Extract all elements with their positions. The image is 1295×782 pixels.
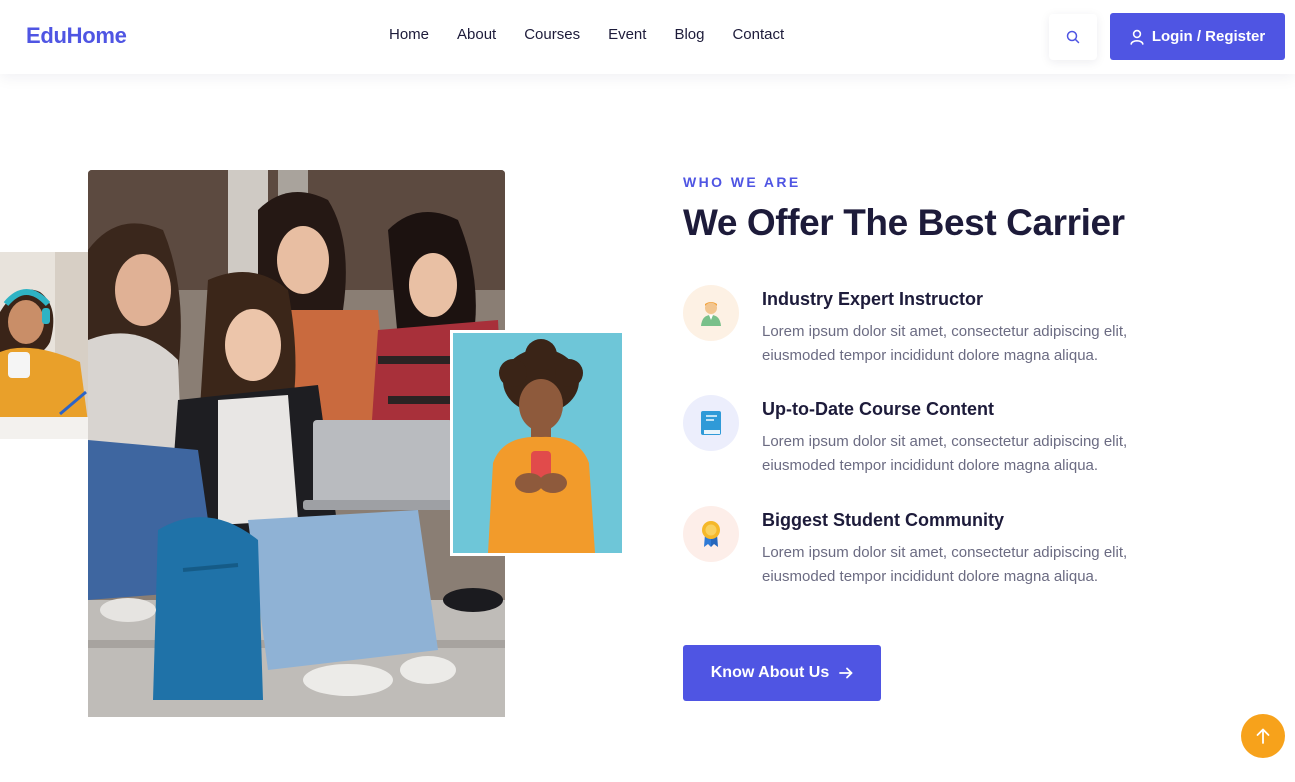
book-icon (683, 395, 739, 451)
nav-event[interactable]: Event (608, 26, 646, 43)
cta-label: Know About Us (710, 664, 830, 681)
site-logo[interactable]: EduHome (26, 23, 127, 49)
user-icon (1130, 29, 1144, 45)
feature-text: Lorem ipsum dolor sit amet, consectetur … (762, 544, 1128, 585)
login-register-button[interactable]: Login / Register (1110, 13, 1285, 60)
search-icon (1066, 30, 1080, 44)
feature-text: Lorem ipsum dolor sit amet, consectetur … (762, 433, 1128, 474)
feature-text: Lorem ipsum dolor sit amet, consectetur … (762, 323, 1128, 364)
nav-blog[interactable]: Blog (674, 26, 704, 43)
search-button[interactable] (1049, 14, 1097, 60)
feature-title: Up-to-Date Course Content (762, 399, 994, 419)
nav-courses[interactable]: Courses (524, 26, 580, 43)
feature-title: Industry Expert Instructor (762, 289, 984, 309)
scroll-to-top-button[interactable] (1241, 714, 1285, 758)
feature-community: Biggest Student Community Lorem ipsum do… (683, 506, 1203, 596)
woman-using-phone-photo (450, 330, 625, 556)
feature-title: Biggest Student Community (762, 510, 1004, 530)
know-about-us-button[interactable]: Know About Us (683, 645, 881, 701)
instructor-icon (683, 285, 739, 341)
group-of-students-with-laptop-photo (88, 170, 505, 717)
section-eyebrow: WHO WE ARE (683, 174, 801, 190)
arrow-right-icon (839, 667, 853, 679)
main-nav: Home About Courses Event Blog Contact (389, 26, 812, 43)
award-icon (683, 506, 739, 562)
feature-course-content: Up-to-Date Course Content Lorem ipsum do… (683, 395, 1203, 485)
arrow-up-icon (1256, 728, 1270, 744)
nav-contact[interactable]: Contact (732, 26, 784, 43)
student-with-headphones-photo (0, 252, 88, 439)
section-title: We Offer The Best Carrier (683, 202, 1125, 243)
login-register-label: Login / Register (1151, 28, 1266, 45)
nav-about[interactable]: About (457, 26, 496, 43)
site-header: EduHome Home About Courses Event Blog Co… (0, 0, 1295, 74)
feature-instructor: Industry Expert Instructor Lorem ipsum d… (683, 285, 1203, 375)
nav-home[interactable]: Home (389, 26, 429, 43)
